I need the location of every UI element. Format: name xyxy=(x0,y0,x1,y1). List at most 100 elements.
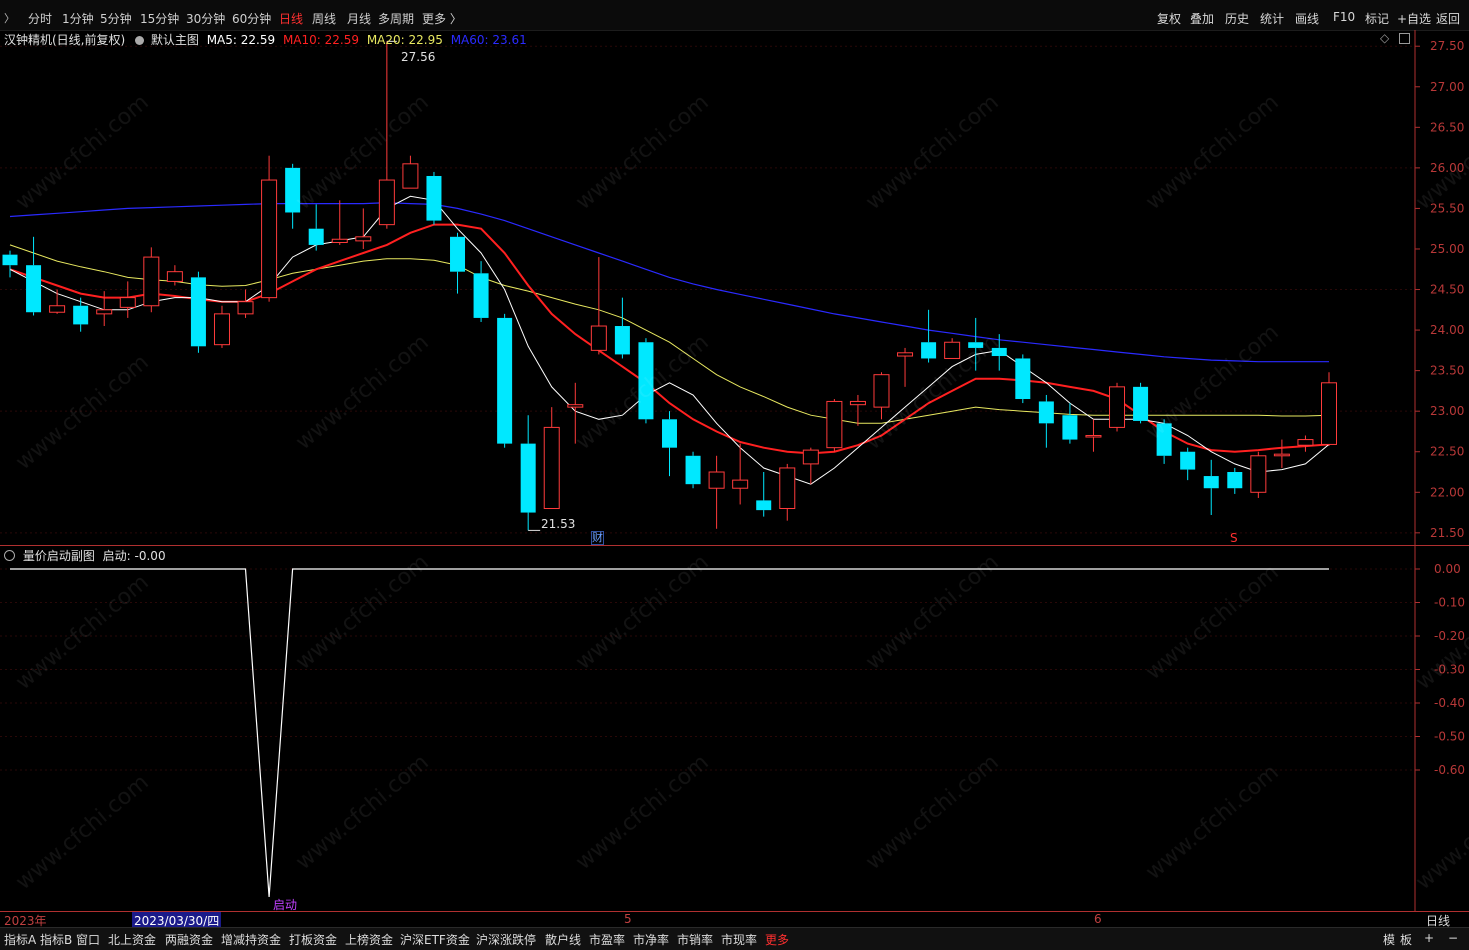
candle[interactable] xyxy=(497,313,513,448)
candle[interactable] xyxy=(1273,439,1290,468)
indicator-tab-15[interactable]: 更多 xyxy=(765,931,789,948)
indicator-tab-12[interactable]: 市净率 xyxy=(633,931,669,948)
indicator-tab-4[interactable]: 两融资金 xyxy=(165,931,213,948)
candle[interactable] xyxy=(73,297,89,332)
sell-marker[interactable]: S xyxy=(1230,531,1238,545)
candle[interactable] xyxy=(1133,382,1149,424)
period-tab-2[interactable]: 5分钟 xyxy=(100,10,132,27)
indicator-tab-8[interactable]: 沪深ETF资金 xyxy=(400,931,470,948)
toolbar-button-1[interactable]: 叠加 xyxy=(1190,10,1214,27)
candle[interactable] xyxy=(49,289,66,314)
candle[interactable] xyxy=(1085,419,1102,452)
diamond-icon[interactable]: ◇ xyxy=(1380,31,1389,45)
toolbar-button-2[interactable]: 历史 xyxy=(1225,10,1249,27)
candle[interactable] xyxy=(1015,354,1031,404)
candle[interactable] xyxy=(873,372,890,420)
candle[interactable] xyxy=(968,317,984,371)
sub-indicator-chart[interactable]: 0.00 -0.10 -0.20 -0.30 -0.40 -0.50 -0.60 xyxy=(0,545,1469,911)
candle[interactable] xyxy=(756,472,772,517)
period-tab-10[interactable]: 更多 〉 xyxy=(422,10,462,27)
indicator-tab-11[interactable]: 市盈率 xyxy=(589,931,625,948)
candle[interactable] xyxy=(285,163,301,229)
candle[interactable] xyxy=(1203,459,1219,515)
candle[interactable] xyxy=(520,415,536,531)
period-tab-3[interactable]: 15分钟 xyxy=(140,10,179,27)
toolbar-button-3[interactable]: 统计 xyxy=(1260,10,1284,27)
candle[interactable] xyxy=(119,281,136,318)
indicator-tab-2[interactable]: 窗口 xyxy=(76,931,100,948)
board-button[interactable]: 板 xyxy=(1400,931,1412,948)
candle[interactable] xyxy=(473,261,489,322)
indicator-tab-0[interactable]: 指标A xyxy=(4,931,36,948)
indicator-toggle-icon[interactable] xyxy=(135,36,145,45)
sub-indicator-name[interactable]: 量价启动副图 xyxy=(23,549,95,563)
candle[interactable] xyxy=(779,463,796,521)
main-indicator-name[interactable]: 默认主图 xyxy=(151,33,199,47)
candle[interactable] xyxy=(1062,403,1078,444)
toolbar-button-4[interactable]: 画线 xyxy=(1295,10,1319,27)
indicator-tab-6[interactable]: 打板资金 xyxy=(289,931,337,948)
toolbar-button-0[interactable]: 复权 xyxy=(1157,10,1181,27)
period-tab-1[interactable]: 1分钟 xyxy=(62,10,94,27)
candle[interactable] xyxy=(378,41,395,229)
zoom-out-button[interactable]: − xyxy=(1448,931,1458,945)
period-tab-8[interactable]: 月线 xyxy=(347,10,371,27)
candle[interactable] xyxy=(1297,435,1314,452)
candle[interactable] xyxy=(2,250,18,278)
indicator-tab-9[interactable]: 沪深涨跌停 xyxy=(476,931,536,948)
period-tab-7[interactable]: 周线 xyxy=(312,10,336,27)
indicator-tab-7[interactable]: 上榜资金 xyxy=(345,931,393,948)
candle[interactable] xyxy=(1227,467,1243,494)
candle[interactable] xyxy=(190,271,206,353)
mode-button[interactable]: 模 xyxy=(1383,931,1395,948)
menu-arrow-icon[interactable]: 〉 xyxy=(4,10,15,26)
candle[interactable] xyxy=(590,257,607,355)
indicator-tab-13[interactable]: 市销率 xyxy=(677,931,713,948)
candle[interactable] xyxy=(261,155,278,302)
candle[interactable] xyxy=(638,338,654,424)
candle[interactable] xyxy=(143,247,160,313)
candle[interactable] xyxy=(308,204,324,251)
candle[interactable] xyxy=(708,455,725,529)
candle[interactable] xyxy=(26,236,42,316)
candle[interactable] xyxy=(849,394,866,426)
indicator-tab-5[interactable]: 增减持资金 xyxy=(221,931,281,948)
toolbar-button-7[interactable]: +自选 xyxy=(1397,10,1431,27)
toolbar-button-5[interactable]: F10 xyxy=(1333,10,1355,24)
candle[interactable] xyxy=(450,232,466,294)
candle[interactable] xyxy=(331,200,348,245)
candle[interactable] xyxy=(1180,447,1196,481)
toolbar-button-8[interactable]: 返回 xyxy=(1436,10,1460,27)
period-tab-9[interactable]: 多周期 xyxy=(378,10,414,27)
period-tab-6[interactable]: 日线 xyxy=(279,10,303,27)
candle[interactable] xyxy=(826,399,843,452)
finance-marker[interactable]: 财 xyxy=(591,531,604,545)
candle[interactable] xyxy=(543,407,560,510)
sub-toggle-icon[interactable] xyxy=(4,550,15,561)
candle[interactable] xyxy=(921,309,937,363)
indicator-tab-3[interactable]: 北上资金 xyxy=(108,931,156,948)
candle[interactable] xyxy=(1156,419,1172,464)
period-tab-4[interactable]: 30分钟 xyxy=(186,10,225,27)
candle[interactable] xyxy=(897,347,914,387)
candle[interactable] xyxy=(1321,372,1337,447)
candle[interactable] xyxy=(944,338,961,359)
indicator-tab-1[interactable]: 指标B xyxy=(40,931,72,948)
candle[interactable] xyxy=(614,297,630,359)
zoom-in-button[interactable]: + xyxy=(1424,931,1434,945)
candle[interactable] xyxy=(213,305,230,348)
candle[interactable] xyxy=(662,411,677,477)
candle[interactable] xyxy=(802,447,819,485)
period-tab-5[interactable]: 60分钟 xyxy=(232,10,271,27)
period-tab-0[interactable]: 分时 xyxy=(28,10,52,27)
candle[interactable] xyxy=(1038,394,1054,448)
candle[interactable] xyxy=(1109,382,1126,432)
indicator-tab-10[interactable]: 散户线 xyxy=(545,931,581,948)
candle[interactable] xyxy=(685,451,701,489)
candle[interactable] xyxy=(402,155,419,189)
candle[interactable] xyxy=(355,208,372,249)
toolbar-button-6[interactable]: 标记 xyxy=(1365,10,1389,27)
window-icon[interactable] xyxy=(1399,33,1410,44)
candle[interactable] xyxy=(426,171,442,225)
candlestick-chart[interactable]: 27.50 27.00 26.50 26.00 25.50 25.00 24.50 24.00… xyxy=(0,30,1469,545)
